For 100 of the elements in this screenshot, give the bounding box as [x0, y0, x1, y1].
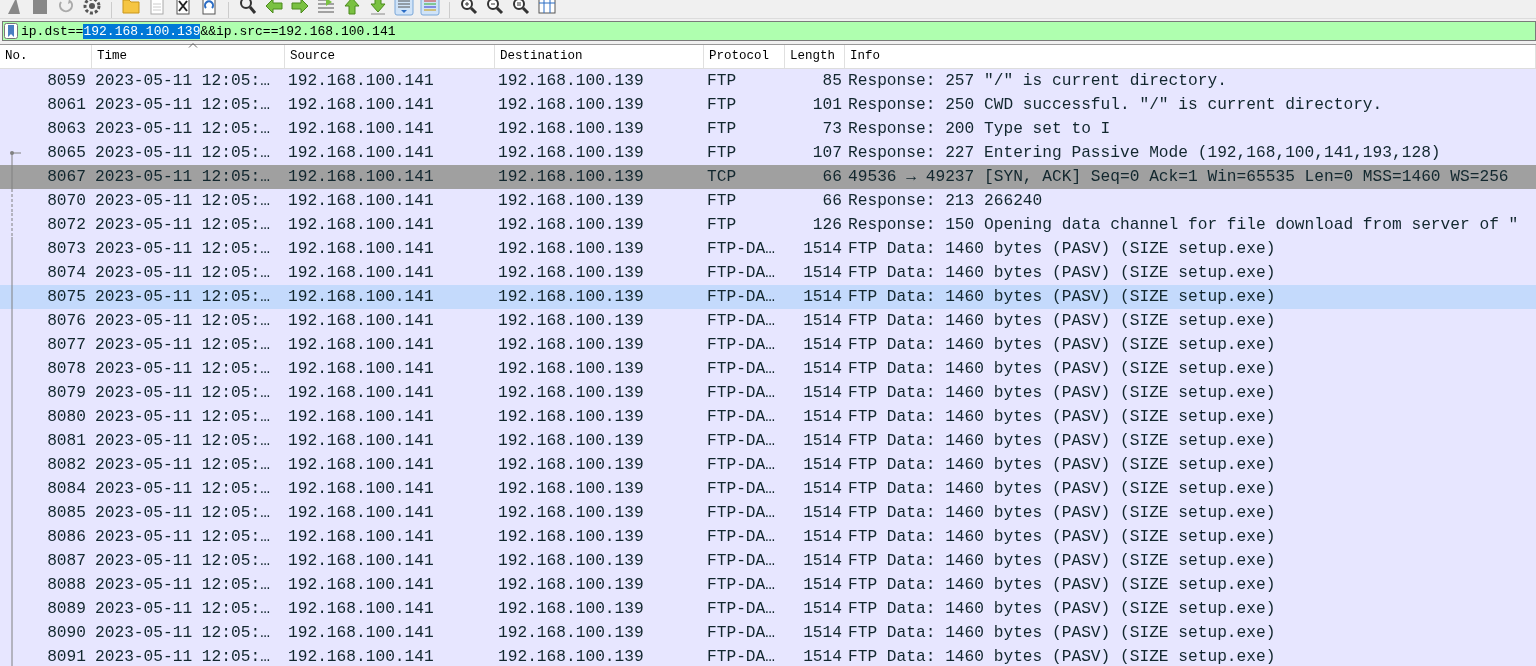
- packet-number: 8074: [47, 263, 87, 284]
- packet-info: FTP Data: 1460 bytes (PASV) (SIZE setup.exe): [848, 432, 1276, 450]
- packet-row[interactable]: 8067 2023-05-11 12:05:… 192.168.100.141 192.168.100.139 TCP 66 49536 → 49237 [SYN, ACK] Seq=0 Ack=1 Win=65535 Len=0 MSS=1460 WS=256: [0, 165, 1536, 189]
- destination-address: 192.168.100.139: [498, 288, 644, 306]
- packet-time: 2023-05-11 12:05:…: [95, 168, 270, 186]
- column-header[interactable]: Destination: [500, 49, 583, 63]
- source-address: 192.168.100.141: [288, 432, 434, 450]
- arrow-right-icon[interactable]: [290, 0, 310, 16]
- protocol-name: TCP: [707, 168, 737, 186]
- packet-number: 8070: [47, 191, 87, 212]
- packet-row[interactable]: 8078 2023-05-11 12:05:… 192.168.100.141 192.168.100.139 FTP-DA… 1514 FTP Data: 1460 bytes (PASV) (SIZE setup.exe): [0, 357, 1536, 381]
- packet-row[interactable]: 8077 2023-05-11 12:05:… 192.168.100.141 192.168.100.139 FTP-DA… 1514 FTP Data: 1460 bytes (PASV) (SIZE setup.exe): [0, 333, 1536, 357]
- packet-time: 2023-05-11 12:05:…: [95, 456, 270, 474]
- packet-number: 8090: [47, 623, 87, 644]
- packet-number: 8089: [47, 599, 87, 620]
- bookmark-icon[interactable]: [4, 23, 18, 39]
- protocol-name: FTP-DA…: [707, 360, 775, 378]
- reload-icon[interactable]: [199, 0, 219, 16]
- packet-info: FTP Data: 1460 bytes (PASV) (SIZE setup.exe): [848, 312, 1276, 330]
- packet-info: FTP Data: 1460 bytes (PASV) (SIZE setup.exe): [848, 576, 1276, 594]
- source-address: 192.168.100.141: [288, 96, 434, 114]
- packet-number: 8065: [47, 143, 87, 164]
- packet-row[interactable]: 8084 2023-05-11 12:05:… 192.168.100.141 192.168.100.139 FTP-DA… 1514 FTP Data: 1460 bytes (PASV) (SIZE setup.exe): [0, 477, 1536, 501]
- packet-row[interactable]: 8090 2023-05-11 12:05:… 192.168.100.141 192.168.100.139 FTP-DA… 1514 FTP Data: 1460 bytes (PASV) (SIZE setup.exe): [0, 621, 1536, 645]
- close-file-icon[interactable]: [173, 0, 193, 16]
- destination-address: 192.168.100.139: [498, 144, 644, 162]
- packet-row[interactable]: 8063 2023-05-11 12:05:… 192.168.100.141 192.168.100.139 FTP 73 Response: 200 Type set to I: [0, 117, 1536, 141]
- packet-row[interactable]: 8076 2023-05-11 12:05:… 192.168.100.141 192.168.100.139 FTP-DA… 1514 FTP Data: 1460 bytes (PASV) (SIZE setup.exe): [0, 309, 1536, 333]
- packet-time: 2023-05-11 12:05:…: [95, 96, 270, 114]
- column-header[interactable]: No.: [5, 49, 28, 63]
- source-address: 192.168.100.141: [288, 600, 434, 618]
- destination-address: 192.168.100.139: [498, 552, 644, 570]
- packet-length: 1514: [803, 408, 842, 426]
- gear-icon[interactable]: [82, 0, 102, 16]
- destination-address: 192.168.100.139: [498, 408, 644, 426]
- zoom-out-icon[interactable]: [485, 0, 505, 16]
- packet-number: 8067: [47, 167, 87, 188]
- packet-time: 2023-05-11 12:05:…: [95, 432, 270, 450]
- packet-row[interactable]: 8065 2023-05-11 12:05:… 192.168.100.141 192.168.100.139 FTP 107 Response: 227 Entering Passive Mode (192,168,100,141,193,128): [0, 141, 1536, 165]
- packet-length: 1514: [803, 504, 842, 522]
- packet-row[interactable]: 8080 2023-05-11 12:05:… 192.168.100.141 192.168.100.139 FTP-DA… 1514 FTP Data: 1460 bytes (PASV) (SIZE setup.exe): [0, 405, 1536, 429]
- packet-row[interactable]: 8075 2023-05-11 12:05:… 192.168.100.141 192.168.100.139 FTP-DA… 1514 FTP Data: 1460 bytes (PASV) (SIZE setup.exe): [0, 285, 1536, 309]
- packet-row[interactable]: 8059 2023-05-11 12:05:… 192.168.100.141 192.168.100.139 FTP 85 Response: 257 "/" is current directory.: [0, 69, 1536, 93]
- source-address: 192.168.100.141: [288, 456, 434, 474]
- destination-address: 192.168.100.139: [498, 336, 644, 354]
- source-address: 192.168.100.141: [288, 216, 434, 234]
- protocol-name: FTP-DA…: [707, 504, 775, 522]
- autoscroll-icon[interactable]: [394, 0, 414, 16]
- packet-info: FTP Data: 1460 bytes (PASV) (SIZE setup.exe): [848, 480, 1276, 498]
- column-header[interactable]: Time: [97, 49, 127, 63]
- arrow-left-icon[interactable]: [264, 0, 284, 16]
- column-header[interactable]: Protocol: [709, 49, 769, 63]
- destination-address: 192.168.100.139: [498, 504, 644, 522]
- zoom-reset-icon[interactable]: [511, 0, 531, 16]
- packet-length: 1514: [803, 360, 842, 378]
- protocol-name: FTP: [707, 120, 737, 138]
- packet-info: FTP Data: 1460 bytes (PASV) (SIZE setup.exe): [848, 504, 1276, 522]
- stop-icon[interactable]: [30, 0, 50, 16]
- packet-length: 1514: [803, 528, 842, 546]
- packet-row[interactable]: 8074 2023-05-11 12:05:… 192.168.100.141 192.168.100.139 FTP-DA… 1514 FTP Data: 1460 bytes (PASV) (SIZE setup.exe): [0, 261, 1536, 285]
- destination-address: 192.168.100.139: [498, 648, 644, 666]
- packet-number: 8087: [47, 551, 87, 572]
- column-header[interactable]: Length: [790, 49, 835, 63]
- zoom-in-icon[interactable]: [459, 0, 479, 16]
- packet-length: 126: [812, 216, 842, 234]
- packet-row[interactable]: 8082 2023-05-11 12:05:… 192.168.100.141 192.168.100.139 FTP-DA… 1514 FTP Data: 1460 bytes (PASV) (SIZE setup.exe): [0, 453, 1536, 477]
- arrow-down-icon[interactable]: [368, 0, 388, 16]
- source-address: 192.168.100.141: [288, 240, 434, 258]
- arrow-up-icon[interactable]: [342, 0, 362, 16]
- packet-row[interactable]: 8079 2023-05-11 12:05:… 192.168.100.141 192.168.100.139 FTP-DA… 1514 FTP Data: 1460 bytes (PASV) (SIZE setup.exe): [0, 381, 1536, 405]
- folder-icon[interactable]: [121, 0, 141, 16]
- column-header[interactable]: Info: [850, 49, 880, 63]
- resize-columns-icon[interactable]: [537, 0, 557, 16]
- colorize-icon[interactable]: [420, 0, 440, 16]
- packet-row[interactable]: 8088 2023-05-11 12:05:… 192.168.100.141 192.168.100.139 FTP-DA… 1514 FTP Data: 1460 bytes (PASV) (SIZE setup.exe): [0, 573, 1536, 597]
- destination-address: 192.168.100.139: [498, 528, 644, 546]
- packet-info: FTP Data: 1460 bytes (PASV) (SIZE setup.exe): [848, 336, 1276, 354]
- packet-info: Response: 200 Type set to I: [848, 120, 1111, 138]
- packet-row[interactable]: 8087 2023-05-11 12:05:… 192.168.100.141 192.168.100.139 FTP-DA… 1514 FTP Data: 1460 bytes (PASV) (SIZE setup.exe): [0, 549, 1536, 573]
- column-header[interactable]: Source: [290, 49, 335, 63]
- destination-address: 192.168.100.139: [498, 576, 644, 594]
- destination-address: 192.168.100.139: [498, 192, 644, 210]
- go-to-icon[interactable]: [316, 0, 336, 16]
- packet-row[interactable]: 8073 2023-05-11 12:05:… 192.168.100.141 192.168.100.139 FTP-DA… 1514 FTP Data: 1460 bytes (PASV) (SIZE setup.exe): [0, 237, 1536, 261]
- packet-row[interactable]: 8070 2023-05-11 12:05:… 192.168.100.141 192.168.100.139 FTP 66 Response: 213 266240: [0, 189, 1536, 213]
- packet-number: 8078: [47, 359, 87, 380]
- packet-row[interactable]: 8085 2023-05-11 12:05:… 192.168.100.141 192.168.100.139 FTP-DA… 1514 FTP Data: 1460 bytes (PASV) (SIZE setup.exe): [0, 501, 1536, 525]
- packet-row[interactable]: 8089 2023-05-11 12:05:… 192.168.100.141 192.168.100.139 FTP-DA… 1514 FTP Data: 1460 bytes (PASV) (SIZE setup.exe): [0, 597, 1536, 621]
- packet-row[interactable]: 8072 2023-05-11 12:05:… 192.168.100.141 192.168.100.139 FTP 126 Response: 150 Opening data channel for file download from server of ": [0, 213, 1536, 237]
- packet-row[interactable]: 8086 2023-05-11 12:05:… 192.168.100.141 192.168.100.139 FTP-DA… 1514 FTP Data: 1460 bytes (PASV) (SIZE setup.exe): [0, 525, 1536, 549]
- source-address: 192.168.100.141: [288, 288, 434, 306]
- packet-time: 2023-05-11 12:05:…: [95, 552, 270, 570]
- destination-address: 192.168.100.139: [498, 264, 644, 282]
- packet-length: 66: [822, 168, 842, 186]
- packet-row[interactable]: 8091 2023-05-11 12:05:… 192.168.100.141 192.168.100.139 FTP-DA… 1514 FTP Data: 1460 bytes (PASV) (SIZE setup.exe): [0, 645, 1536, 666]
- packet-length: 1514: [803, 624, 842, 642]
- search-icon[interactable]: [238, 0, 258, 16]
- packet-time: 2023-05-11 12:05:…: [95, 336, 270, 354]
- packet-row[interactable]: 8061 2023-05-11 12:05:… 192.168.100.141 192.168.100.139 FTP 101 Response: 250 CWD successful. "/" is current directory.: [0, 93, 1536, 117]
- packet-row[interactable]: 8081 2023-05-11 12:05:… 192.168.100.141 192.168.100.139 FTP-DA… 1514 FTP Data: 1460 bytes (PASV) (SIZE setup.exe): [0, 429, 1536, 453]
